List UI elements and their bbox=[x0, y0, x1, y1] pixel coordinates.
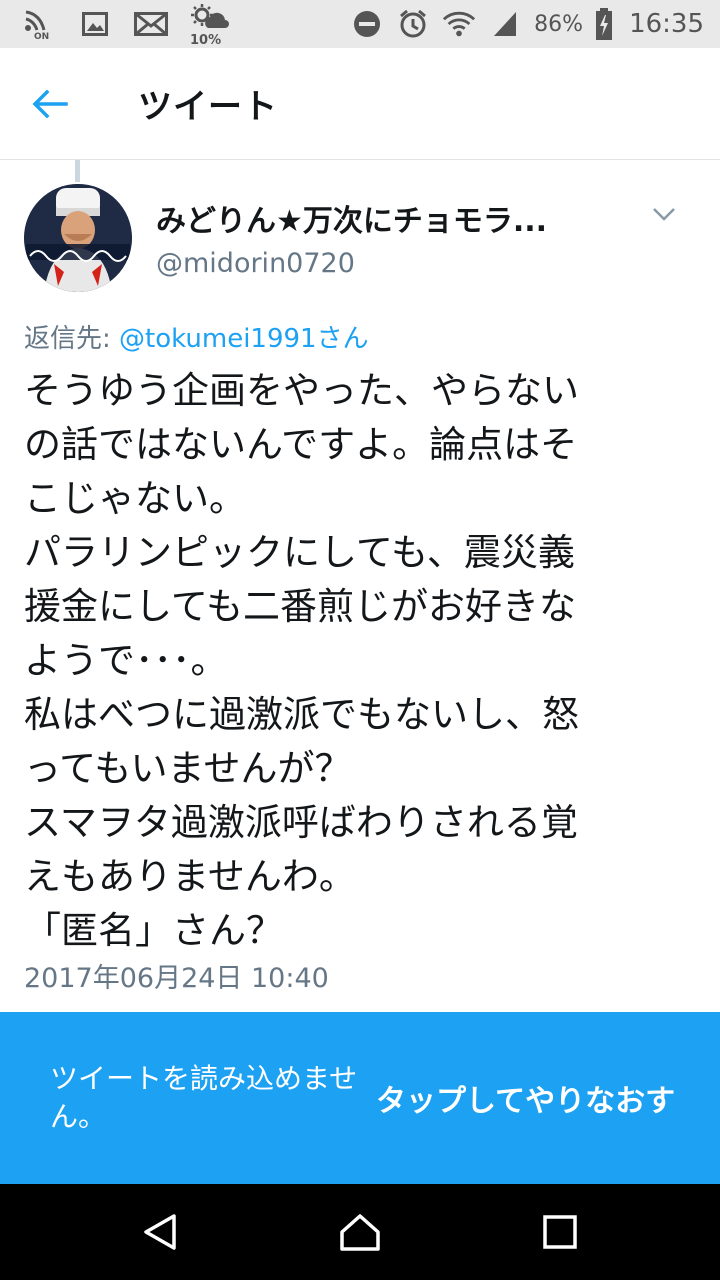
mail-icon bbox=[134, 8, 168, 40]
weather-icon: 10% bbox=[190, 4, 230, 48]
tweet-line: スマヲタ過激派呼ばわりされる覚 bbox=[24, 801, 578, 844]
avatar[interactable] bbox=[24, 184, 132, 292]
nav-back-button[interactable] bbox=[120, 1192, 200, 1272]
tweet-line: の話ではないんですよ。論点はそ bbox=[24, 423, 578, 466]
reply-prefix: 返信先: bbox=[24, 324, 120, 354]
reply-to-link[interactable]: @tokumei1991さん bbox=[119, 324, 369, 354]
clock: 16:35 bbox=[629, 9, 704, 39]
tweet-line: えもありませんわ。 bbox=[24, 855, 356, 898]
alarm-icon bbox=[396, 8, 430, 40]
nav-home-button[interactable] bbox=[320, 1192, 400, 1272]
tweet-line: ってもいませんが？ bbox=[24, 747, 352, 790]
thread-connector bbox=[75, 160, 80, 182]
tweet-line: ようで･･･。 bbox=[24, 639, 228, 682]
user-handle[interactable]: @midorin0720 bbox=[156, 248, 355, 279]
signal-icon bbox=[488, 8, 522, 40]
image-icon bbox=[78, 8, 112, 40]
nav-recents-button[interactable] bbox=[520, 1192, 600, 1272]
tweet-line: 「匿名」さん？ bbox=[24, 909, 283, 952]
retry-button[interactable]: タップしてやりなおす bbox=[376, 1076, 675, 1120]
nfc-on-icon: ON bbox=[22, 8, 56, 40]
tweet-line: こじゃない。 bbox=[24, 477, 246, 520]
tweet-line: パラリンピックにしても、震災義 bbox=[24, 531, 575, 574]
tweet-line: 援金にしても二番煎じがお好きな bbox=[24, 585, 577, 628]
battery-charging-icon bbox=[595, 8, 613, 40]
tweet-timestamp: 2017年06月24日 10:40 bbox=[24, 963, 329, 994]
tweet-line: そうゆう企画をやった、やらない bbox=[24, 369, 579, 412]
triangle-back-icon bbox=[144, 1214, 176, 1250]
avatar-image bbox=[24, 184, 132, 292]
home-icon bbox=[340, 1214, 380, 1251]
chevron-down-icon bbox=[653, 208, 675, 221]
back-button[interactable] bbox=[20, 74, 80, 134]
battery-percent: 86% bbox=[534, 11, 584, 37]
user-name[interactable]: みどりん★万次にチョモラ... bbox=[156, 196, 636, 240]
dnd-icon bbox=[350, 8, 384, 40]
error-message: ツイートを読み込めません。 bbox=[50, 1062, 358, 1133]
app-bar: ツイート bbox=[0, 48, 720, 160]
wifi-icon bbox=[442, 8, 476, 40]
back-arrow-icon bbox=[32, 89, 68, 118]
precipitation-text: 10% bbox=[190, 33, 222, 48]
navigation-bar bbox=[0, 1184, 720, 1280]
square-recents-icon bbox=[543, 1215, 577, 1249]
reply-to: 返信先: @tokumei1991さん bbox=[24, 318, 369, 355]
error-banner: ツイートを読み込めません。 タップしてやりなおす bbox=[0, 1012, 720, 1184]
tweet-menu-button[interactable] bbox=[644, 196, 684, 232]
tweet-text: そうゆう企画をやった、やらない の話ではないんですよ。論点はそ こじゃない。 パ… bbox=[24, 364, 696, 958]
tweet-line: 私はべつに過激派でもないし、怒 bbox=[24, 693, 579, 736]
page-title: ツイート bbox=[138, 87, 278, 127]
status-bar: ON 10% 86% 16:35 bbox=[0, 0, 720, 48]
status-left-icons: ON 10% bbox=[22, 4, 230, 48]
status-right-icons: 86% 16:35 bbox=[350, 8, 704, 40]
nfc-label: ON bbox=[34, 32, 49, 40]
